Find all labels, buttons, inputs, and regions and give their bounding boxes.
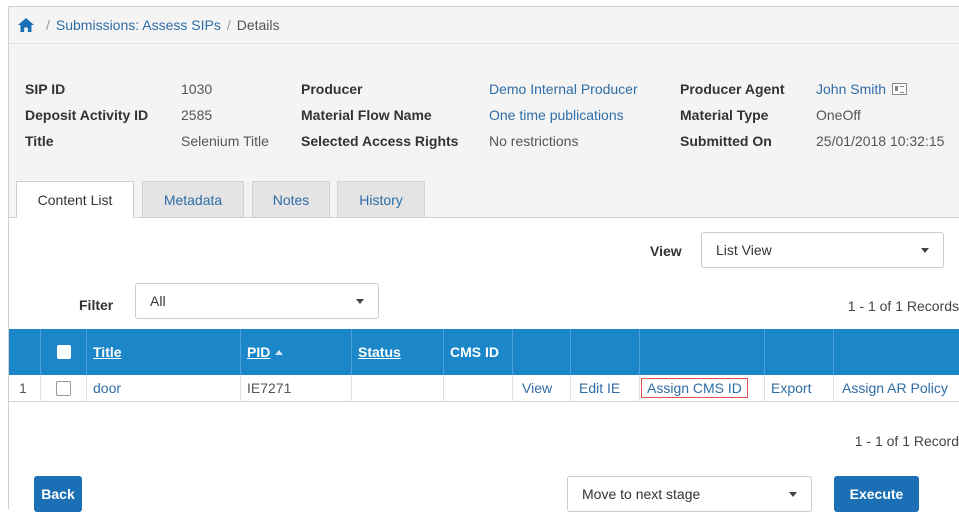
chevron-down-icon bbox=[789, 492, 797, 497]
view-action-link[interactable]: View bbox=[512, 375, 570, 401]
table-row: 1 door IE7271 View Edit IE Assign CMS ID… bbox=[9, 375, 959, 402]
producer-label: Producer bbox=[301, 81, 363, 97]
breadcrumb-assess-sips[interactable]: Submissions: Assess SIPs bbox=[56, 17, 221, 33]
select-all-checkbox[interactable] bbox=[56, 345, 71, 359]
material-type-value: OneOff bbox=[816, 107, 861, 123]
row-number: 1 bbox=[19, 380, 27, 396]
producer-agent-link[interactable]: John Smith bbox=[816, 81, 886, 97]
producer-agent-label: Producer Agent bbox=[680, 81, 785, 97]
row-cms-id bbox=[443, 375, 512, 401]
back-button[interactable]: Back bbox=[34, 476, 82, 512]
tab-content-list[interactable]: Content List bbox=[16, 181, 134, 218]
sort-asc-icon bbox=[275, 349, 284, 355]
view-label: View bbox=[650, 243, 682, 259]
tab-metadata[interactable]: Metadata bbox=[142, 181, 244, 217]
row-title-link[interactable]: door bbox=[86, 375, 240, 401]
material-flow-label: Material Flow Name bbox=[301, 107, 432, 123]
submitted-on-value: 25/01/2018 10:32:15 bbox=[816, 133, 945, 149]
table-header: Title PID Status CMS ID bbox=[9, 329, 959, 375]
deposit-activity-value: 2585 bbox=[181, 107, 213, 123]
filter-label: Filter bbox=[79, 297, 114, 313]
tab-bar: Content List Metadata Notes History bbox=[9, 173, 959, 218]
assign-cms-id-cell: Assign CMS ID bbox=[639, 375, 764, 401]
header-select-all[interactable] bbox=[40, 329, 86, 375]
tab-notes[interactable]: Notes bbox=[252, 181, 330, 217]
export-action-link[interactable]: Export bbox=[764, 375, 833, 401]
header-action-export bbox=[764, 329, 833, 375]
row-status bbox=[351, 375, 443, 401]
submitted-on-label: Submitted On bbox=[680, 133, 772, 149]
sip-id-value: 1030 bbox=[181, 81, 213, 97]
chevron-down-icon bbox=[921, 248, 929, 253]
tab-history[interactable]: History bbox=[337, 181, 425, 217]
access-rights-label: Selected Access Rights bbox=[301, 133, 459, 149]
header-pid[interactable]: PID bbox=[240, 329, 351, 375]
row-pid: IE7271 bbox=[240, 375, 351, 401]
header-action-assign-cms bbox=[639, 329, 764, 375]
header-action-view bbox=[512, 329, 570, 375]
breadcrumb-current: Details bbox=[236, 17, 280, 33]
home-icon[interactable] bbox=[18, 18, 34, 32]
header-title-text[interactable]: Title bbox=[93, 344, 122, 360]
contact-card-icon[interactable] bbox=[891, 83, 907, 95]
assign-cms-id-link[interactable]: Assign CMS ID bbox=[641, 378, 748, 398]
chevron-down-icon bbox=[356, 299, 364, 304]
filter-select-value: All bbox=[150, 293, 166, 309]
breadcrumb: / Submissions: Assess SIPs / Details bbox=[9, 7, 959, 44]
header-status-text[interactable]: Status bbox=[358, 344, 401, 360]
breadcrumb-separator: / bbox=[226, 17, 231, 33]
stage-select-value: Move to next stage bbox=[582, 486, 701, 502]
view-select[interactable]: List View bbox=[701, 232, 944, 268]
header-title[interactable]: Title bbox=[86, 329, 240, 375]
header-cms-id: CMS ID bbox=[443, 329, 512, 375]
title-label: Title bbox=[25, 133, 54, 149]
row-checkbox[interactable] bbox=[56, 380, 71, 396]
title-value: Selenium Title bbox=[181, 133, 269, 149]
execute-button[interactable]: Execute bbox=[834, 476, 919, 512]
producer-link[interactable]: Demo Internal Producer bbox=[489, 81, 638, 97]
details-panel: / Submissions: Assess SIPs / Details SIP… bbox=[8, 6, 959, 512]
assign-ar-policy-link[interactable]: Assign AR Policy bbox=[833, 375, 959, 401]
producer-agent-value: John Smith bbox=[816, 81, 907, 97]
filter-select[interactable]: All bbox=[135, 283, 379, 319]
records-count-bottom: 1 - 1 of 1 Record bbox=[854, 433, 959, 449]
header-pid-text[interactable]: PID bbox=[247, 344, 270, 360]
edit-ie-action-link[interactable]: Edit IE bbox=[570, 375, 639, 401]
header-action-edit bbox=[570, 329, 639, 375]
material-type-label: Material Type bbox=[680, 107, 769, 123]
header-status[interactable]: Status bbox=[351, 329, 443, 375]
header-num bbox=[9, 329, 40, 375]
access-rights-value: No restrictions bbox=[489, 133, 579, 149]
material-flow-link[interactable]: One time publications bbox=[489, 107, 624, 123]
row-select[interactable] bbox=[40, 375, 86, 401]
deposit-activity-label: Deposit Activity ID bbox=[25, 107, 149, 123]
sip-info-section: SIP ID 1030 Deposit Activity ID 2585 Tit… bbox=[9, 44, 959, 173]
breadcrumb-separator: / bbox=[46, 17, 50, 33]
records-count-top: 1 - 1 of 1 Records bbox=[847, 298, 959, 314]
view-select-value: List View bbox=[716, 242, 772, 258]
sip-id-label: SIP ID bbox=[25, 81, 66, 97]
header-action-assign-ar bbox=[833, 329, 959, 375]
stage-select[interactable]: Move to next stage bbox=[567, 476, 812, 512]
